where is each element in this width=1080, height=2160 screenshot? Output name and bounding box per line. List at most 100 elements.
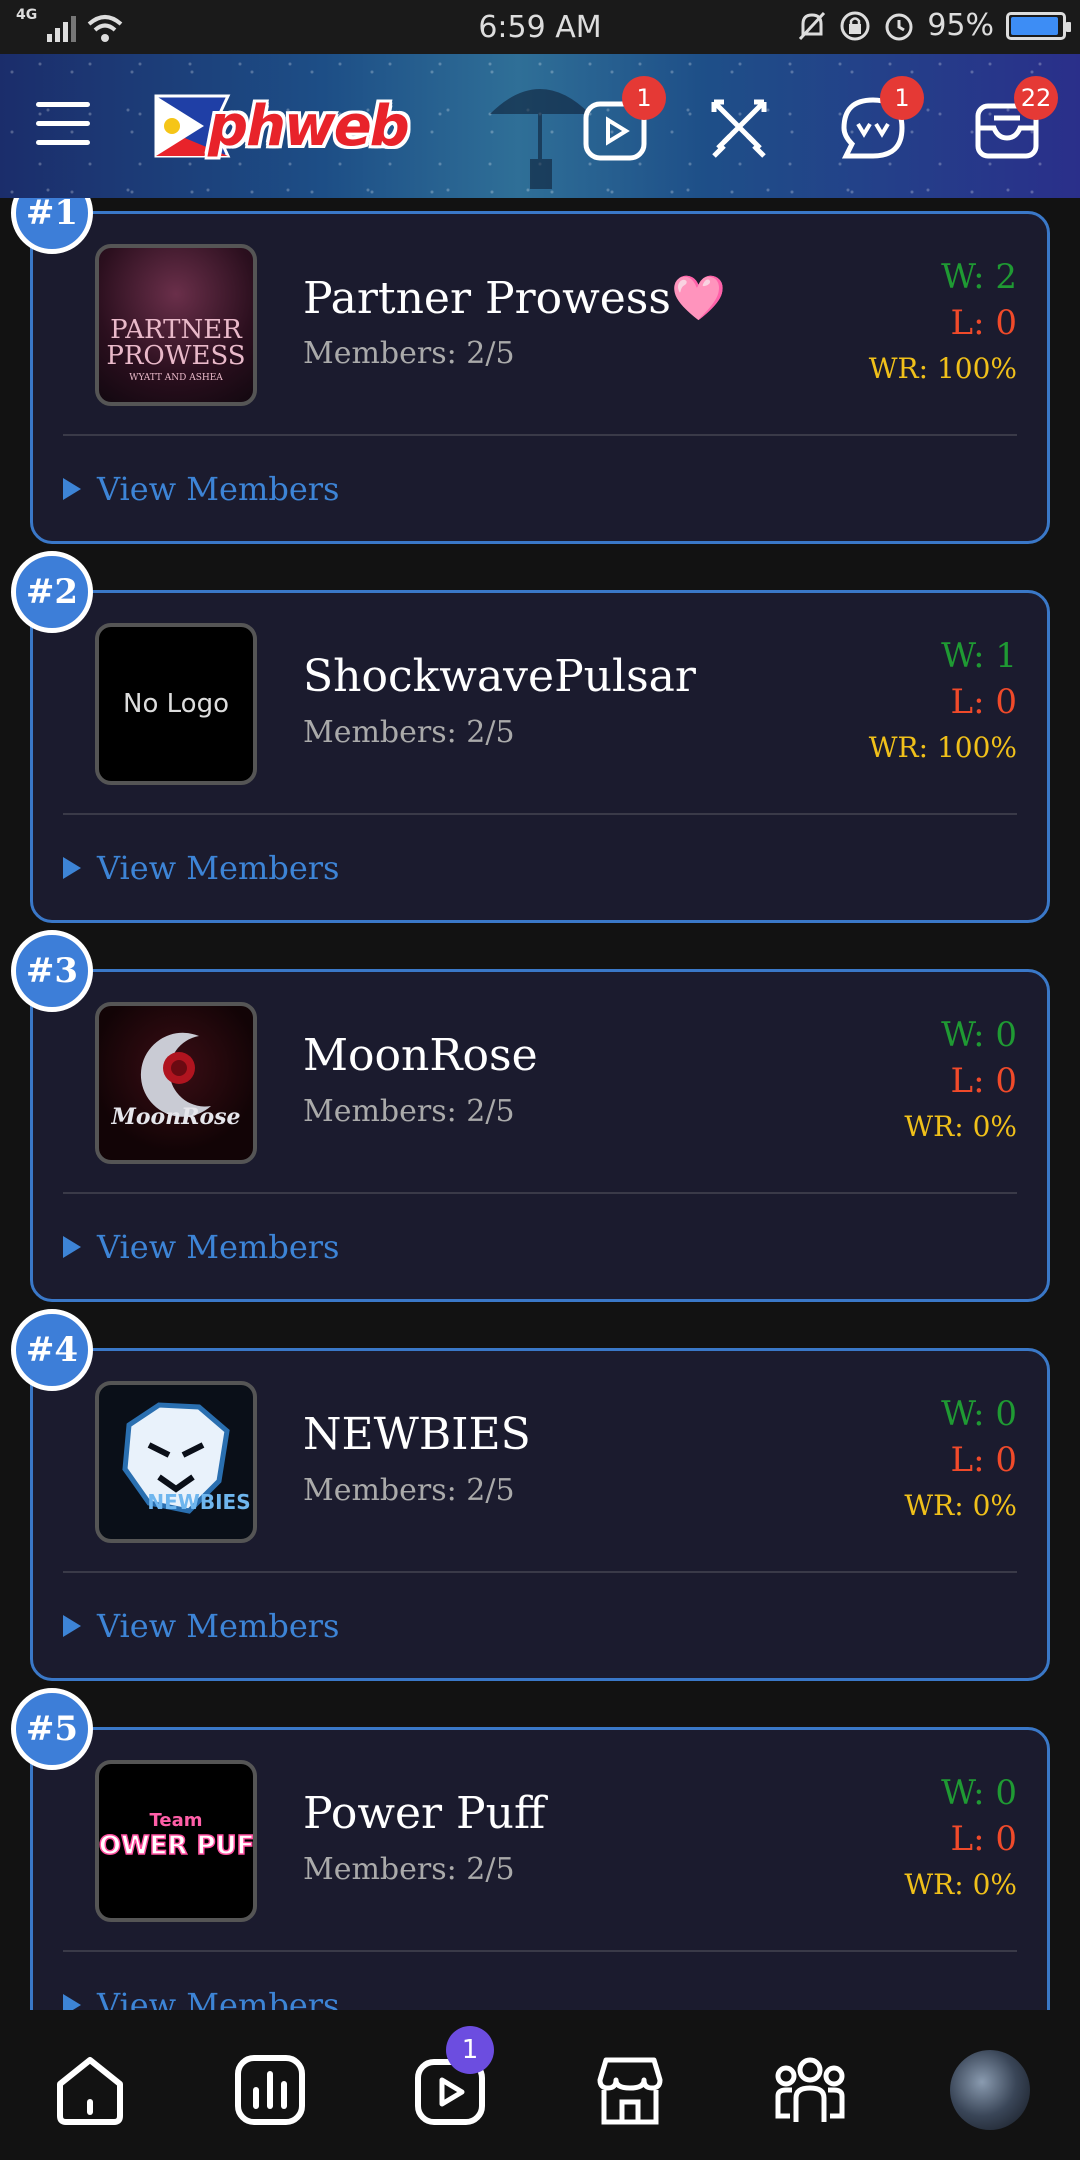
team-members-count: Members: 2/5 xyxy=(303,1852,515,1887)
team-name: Power Puff xyxy=(303,1788,546,1839)
view-members-label: View Members xyxy=(97,849,340,887)
view-members-label: View Members xyxy=(97,1607,340,1645)
logo-text-line-2: POWER PUFF xyxy=(99,1831,253,1861)
inbox-button[interactable]: 22 xyxy=(972,76,1058,164)
nav-teams[interactable] xyxy=(770,2050,850,2130)
bottom-navigation: 1 xyxy=(0,2010,1080,2160)
team-card[interactable]: #5 Team POWER PUFF Power Puff Members: 2… xyxy=(11,1688,1050,2010)
chat-button[interactable]: 1 xyxy=(838,76,924,164)
battle-button[interactable] xyxy=(704,94,774,164)
app-header: phweb 1 1 22 xyxy=(0,54,1080,198)
winrate: WR: 100% xyxy=(868,731,1017,764)
menu-icon[interactable] xyxy=(36,102,90,150)
expand-triangle-icon xyxy=(63,478,81,500)
inbox-badge: 22 xyxy=(1014,76,1058,120)
phweb-logo[interactable]: phweb xyxy=(152,90,410,162)
team-members-count: Members: 2/5 xyxy=(303,1094,515,1129)
rank-badge: #3 xyxy=(11,930,93,1012)
view-members-label: View Members xyxy=(97,1986,340,2010)
team-stats: W: 1 L: 0 WR: 100% xyxy=(869,633,1017,771)
team-leaderboard-list[interactable]: #1 PARTNER PROWESS WYATT AND ASHEA Partn… xyxy=(0,198,1080,2010)
team-members-count: Members: 2/5 xyxy=(303,1473,515,1508)
wins: W: 0 xyxy=(941,1015,1017,1055)
team-name: MoonRose xyxy=(303,1030,538,1081)
view-members-toggle[interactable]: View Members xyxy=(63,1986,339,2010)
view-members-toggle[interactable]: View Members xyxy=(63,1228,339,1266)
videos-badge: 1 xyxy=(622,76,666,120)
rank-badge: #4 xyxy=(11,1309,93,1391)
logo-text-line-2: PROWESS xyxy=(106,341,245,371)
divider xyxy=(63,434,1017,436)
winrate: WR: 100% xyxy=(868,352,1017,385)
expand-triangle-icon xyxy=(63,857,81,879)
wins: W: 0 xyxy=(941,1394,1017,1434)
chat-badge: 1 xyxy=(880,76,924,120)
logo-text: NEWBIES xyxy=(147,1490,250,1514)
team-name: NEWBIES xyxy=(303,1409,531,1460)
team-name: ShockwavePulsar xyxy=(303,651,696,702)
winrate: WR: 0% xyxy=(904,1868,1017,1901)
team-logo-art: MoonRose xyxy=(110,1032,241,1130)
losses: L: 0 xyxy=(950,1061,1017,1101)
lock-icon xyxy=(840,11,870,40)
wins: W: 0 xyxy=(941,1773,1017,1813)
status-bar: 4G 6:59 AM 95% xyxy=(0,0,1080,54)
bar-chart-icon xyxy=(235,2055,305,2125)
team-card[interactable]: #2 No Logo ShockwavePulsar Members: 2/5 … xyxy=(11,551,1050,923)
nav-play[interactable]: 1 xyxy=(410,2026,494,2130)
losses: L: 0 xyxy=(950,303,1017,343)
battery-percent: 95% xyxy=(927,8,994,43)
logo-text-line-3: WYATT AND ASHEA xyxy=(129,373,223,383)
bell-off-icon xyxy=(799,11,826,40)
no-logo-label: No Logo xyxy=(123,689,229,719)
view-members-label: View Members xyxy=(97,1228,340,1266)
team-logo: MoonRose xyxy=(95,1002,257,1164)
team-logo: PARTNER PROWESS WYATT AND ASHEA xyxy=(95,244,257,406)
team-stats: W: 2 L: 0 WR: 100% xyxy=(869,254,1017,392)
rank-badge: #1 xyxy=(11,198,93,254)
view-members-label: View Members xyxy=(97,470,340,508)
team-card[interactable]: #1 PARTNER PROWESS WYATT AND ASHEA Partn… xyxy=(11,198,1050,544)
view-members-toggle[interactable]: View Members xyxy=(63,1607,339,1645)
divider xyxy=(63,1192,1017,1194)
rank-badge: #5 xyxy=(11,1688,93,1770)
team-logo: Team POWER PUFF xyxy=(95,1760,257,1922)
team-logo-art: PARTNER PROWESS WYATT AND ASHEA xyxy=(106,315,245,383)
expand-triangle-icon xyxy=(63,1994,81,2010)
team-name: Partner Prowess🩷 xyxy=(303,273,726,324)
view-members-toggle[interactable]: View Members xyxy=(63,849,339,887)
team-card[interactable]: #4 NEWBIES NEWBIES Members: 2/5 W: 0 L: … xyxy=(11,1309,1050,1681)
battery-icon xyxy=(1006,11,1071,40)
expand-triangle-icon xyxy=(63,1615,81,1637)
divider xyxy=(63,813,1017,815)
team-logo: No Logo xyxy=(95,623,257,785)
nav-shop[interactable] xyxy=(590,2050,670,2130)
nav-leaderboard[interactable] xyxy=(230,2050,310,2130)
team-stats: W: 0 L: 0 WR: 0% xyxy=(904,1391,1017,1529)
winrate: WR: 0% xyxy=(904,1110,1017,1143)
divider xyxy=(63,1571,1017,1573)
store-icon xyxy=(597,2057,663,2125)
view-members-toggle[interactable]: View Members xyxy=(63,470,339,508)
team-stats: W: 0 L: 0 WR: 0% xyxy=(904,1770,1017,1908)
status-right: 95% xyxy=(797,8,1071,43)
home-icon xyxy=(57,2057,123,2125)
team-logo: NEWBIES xyxy=(95,1381,257,1543)
team-logo-art: Team POWER PUFF xyxy=(99,1810,253,1862)
wins: W: 2 xyxy=(941,257,1017,297)
wins: W: 1 xyxy=(941,636,1017,676)
alarm-icon xyxy=(885,13,913,40)
team-members-count: Members: 2/5 xyxy=(303,336,515,371)
logo-text: MoonRose xyxy=(110,1104,240,1130)
team-logo-art: NEWBIES xyxy=(122,1402,251,1514)
divider xyxy=(63,1950,1017,1952)
losses: L: 0 xyxy=(950,1819,1017,1859)
videos-button[interactable]: 1 xyxy=(580,76,666,164)
nav-home[interactable] xyxy=(50,2050,130,2130)
losses: L: 0 xyxy=(950,1440,1017,1480)
team-card[interactable]: #3 MoonRose MoonRose Members: 2/5 W: 0 L… xyxy=(11,930,1050,1302)
profile-avatar[interactable] xyxy=(950,2050,1030,2130)
winrate: WR: 0% xyxy=(904,1489,1017,1522)
rank-badge: #2 xyxy=(11,551,93,633)
team-members-count: Members: 2/5 xyxy=(303,715,515,750)
